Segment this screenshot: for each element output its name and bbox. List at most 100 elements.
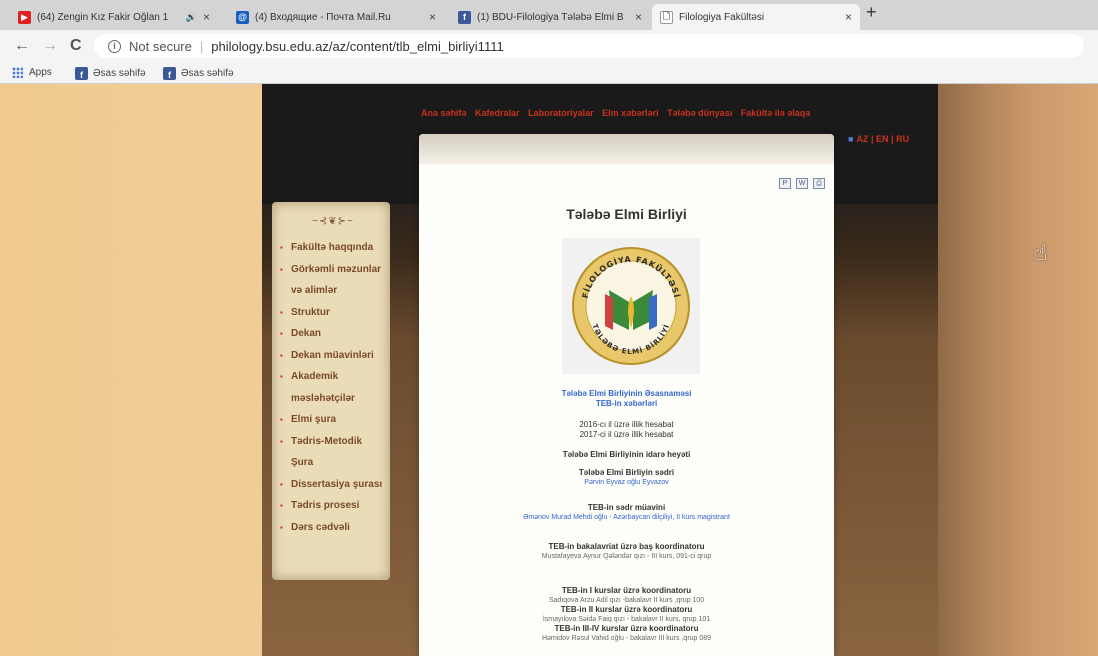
bullet-icon: ▪ — [280, 415, 283, 424]
sidebar-item[interactable]: ▪ Dissertasiya şurası — [280, 474, 386, 496]
bookmark-label: Apps — [29, 67, 52, 78]
close-tab-icon[interactable]: × — [845, 10, 852, 24]
audio-icon[interactable]: 🔊 — [186, 12, 197, 23]
lang-ru[interactable]: RU — [896, 134, 909, 144]
sidebar-item-label: Dekan — [291, 328, 322, 339]
bookmark-item[interactable]: f Əsas səhifə — [75, 67, 146, 80]
tab-youtube[interactable]: ▶ (64) Zengin Kız Fakir Oğlan 1 🔊 × — [10, 4, 218, 30]
chair-role: Tələbə Elmi Birliyin sədri — [578, 468, 675, 477]
page-title: Tələbə Elmi Birliyi — [566, 206, 687, 222]
tab-filologiya[interactable]: 🗋 Filologiya Fakültəsi × — [652, 4, 860, 30]
menu-item-departments[interactable]: Kafedralar — [475, 108, 520, 118]
doc-icon[interactable]: W — [796, 178, 808, 189]
sidebar-item-label: Elmi şura — [291, 414, 337, 425]
menu-item-student-world[interactable]: Tələbə dünyası — [667, 108, 732, 118]
back-icon[interactable]: ← — [14, 37, 30, 55]
content-panel: P W ⎙ Tələbə Elmi Birliyi FİLOLOGİYA FAK… — [419, 134, 834, 656]
bookmark-label: Əsas səhifə — [93, 68, 146, 79]
sidebar-item-label: və alimlər — [291, 285, 338, 296]
bookmark-label: Əsas səhifə — [181, 68, 234, 79]
coord3-name: Həmidov Rəsul Vahid oğlu - bakalavr III … — [541, 635, 712, 642]
vice-block: TEB-in sədr müavini Əmənov Murad Mehdi o… — [419, 503, 834, 522]
tab-title: (1) BDU-Filologiya Tələbə Elmi B — [477, 11, 624, 23]
bookmarks-bar: Apps f Əsas səhifə f Əsas səhifə — [0, 62, 1098, 84]
sidebar-item-label: Akademik — [291, 371, 339, 382]
sidebar-item-label: Fakültə haqqında — [291, 242, 374, 253]
bachelor-name: Mustafayeva Aynur Qələndər qızı - III ku… — [541, 553, 712, 560]
tab-title: Filologiya Fakültəsi — [679, 11, 765, 23]
lang-az[interactable]: AZ — [856, 134, 868, 144]
close-tab-icon[interactable]: × — [429, 10, 436, 24]
info-icon[interactable]: i — [108, 39, 121, 53]
statute-link[interactable]: Tələbə Elmi Birliyinin Əsasnaməsi — [419, 389, 834, 399]
sidebar-item[interactable]: ▪ Struktur — [280, 302, 386, 324]
sidebar-item[interactable]: ▪ Tədris-Metodik — [280, 431, 386, 453]
close-tab-icon[interactable]: × — [635, 10, 642, 24]
faculty-emblem-icon: FİLOLOGİYA FAKÜLTƏSİ TƏLƏBƏ ELMİ BİRLİYİ — [572, 247, 690, 365]
bullet-icon: ▪ — [280, 329, 283, 338]
bullet-icon: ▪ — [280, 350, 283, 360]
sidebar-item[interactable]: ▪ Tədris prosesi — [280, 495, 386, 517]
board-title: Tələbə Elmi Birliyinin idarə heyəti — [419, 450, 834, 460]
url-text[interactable]: philology.bsu.edu.az/az/content/tlb_elmi… — [211, 39, 503, 54]
tab-mail[interactable]: @ (4) Входящие - Почта Mail.Ru × — [228, 4, 444, 30]
tab-facebook[interactable]: f (1) BDU-Filologiya Tələbə Elmi B × — [450, 4, 650, 30]
tab-strip: ▶ (64) Zengin Kız Fakir Oğlan 1 🔊 × @ (4… — [0, 0, 1098, 30]
sidebar-item-label: Şura — [291, 457, 314, 468]
bachelor-block: TEB-in bakalavriat üzrə baş koordinatoru… — [419, 542, 834, 561]
bullet-icon: ▪ — [280, 307, 283, 317]
security-label: Not secure — [129, 38, 192, 54]
sidebar-item[interactable]: ▪ Dərs cədvəli — [280, 517, 386, 539]
browser-toolbar: ← → C i Not secure | philology.bsu.edu.a… — [0, 30, 1098, 62]
page-viewport: Ana səhifə Kafedralar Laboratoriyalar El… — [0, 84, 1098, 656]
sidebar-item-label: Dərs cədvəli — [291, 521, 350, 533]
sidebar-item[interactable]: ▪ Akademik — [280, 366, 386, 388]
sidebar-item[interactable]: ▪ Görkəmli məzunlar — [280, 259, 386, 281]
sidebar-item-continuation[interactable]: Şura — [280, 452, 386, 474]
reload-icon[interactable]: C — [70, 37, 82, 55]
bookmark-apps[interactable]: Apps — [12, 67, 52, 78]
coord1-role: TEB-in I kurslar üzrə koordinatoru — [561, 586, 692, 595]
language-switcher: ■ AZ | EN | RU — [848, 134, 909, 144]
new-tab-button[interactable]: + — [866, 2, 877, 23]
faculty-logo: FİLOLOGİYA FAKÜLTƏSİ TƏLƏBƏ ELMİ BİRLİYİ — [562, 238, 700, 374]
youtube-icon: ▶ — [18, 10, 31, 24]
coord3-role: TEB-in III-IV kurslar üzrə koordinatoru — [554, 624, 699, 633]
main-menu: Ana səhifə Kafedralar Laboratoriyalar El… — [421, 108, 881, 118]
coord-block: TEB-in I kurslar üzrə koordinatoru Sadıq… — [419, 586, 834, 643]
chair-name[interactable]: Pərvin Eyvaz oğlu Eyvazov — [419, 478, 834, 487]
forward-icon[interactable]: → — [42, 37, 58, 55]
report-link-2017[interactable]: 2017-ci il üzrə illik hesabat — [419, 430, 834, 440]
news-link[interactable]: TEB-in xəbərləri — [419, 399, 834, 409]
sidebar-item[interactable]: ▪ Fakültə haqqında — [280, 237, 386, 259]
reports: 2016-cı il üzrə illik hesabat 2017-ci il… — [419, 420, 834, 440]
menu-item-home[interactable]: Ana səhifə — [421, 108, 467, 118]
bullet-icon: ▪ — [280, 436, 283, 446]
menu-item-science-news[interactable]: Elm xəbərləri — [602, 108, 659, 118]
address-bar[interactable]: i Not secure | philology.bsu.edu.az/az/c… — [94, 34, 1084, 58]
close-tab-icon[interactable]: × — [203, 10, 210, 24]
bookmark-item[interactable]: f Əsas səhifə — [163, 67, 234, 80]
menu-item-contact[interactable]: Fakültə ilə əlaqə — [741, 108, 811, 118]
report-link-2016[interactable]: 2016-cı il üzrə illik hesabat — [419, 420, 834, 430]
sidebar-item[interactable]: ▪ Dekan müavinləri — [280, 345, 386, 367]
hand-cursor-icon: ☝ — [1034, 240, 1048, 265]
lang-en[interactable]: EN — [876, 134, 889, 144]
facebook-icon: f — [458, 10, 471, 24]
bullet-icon: ▪ — [280, 264, 283, 274]
print-icon[interactable]: ⎙ — [813, 178, 825, 189]
pdf-icon[interactable]: P — [779, 178, 791, 189]
sidebar-item[interactable]: ▪ Dekan — [280, 323, 386, 345]
background-texture — [938, 84, 1098, 656]
lang-separator: | — [870, 134, 874, 144]
bachelor-role: TEB-in bakalavriat üzrə baş koordinatoru — [548, 542, 705, 551]
sidebar-item-continuation[interactable]: məsləhətçilər — [280, 388, 386, 410]
apps-grid-icon — [12, 67, 23, 78]
vice-name[interactable]: Əmənov Murad Mehdi oğlu - Azərbaycan dil… — [419, 513, 834, 522]
coord1-name: Sadıqova Arzu Adil qızı -bakalavr II kur… — [548, 597, 705, 604]
parchment-edge — [419, 134, 834, 164]
bullet-icon: ■ — [848, 134, 854, 144]
menu-item-labs[interactable]: Laboratoriyalar — [528, 108, 594, 118]
sidebar-item[interactable]: ▪ Elmi şura — [280, 409, 386, 431]
sidebar-item-continuation[interactable]: və alimlər — [280, 280, 386, 302]
